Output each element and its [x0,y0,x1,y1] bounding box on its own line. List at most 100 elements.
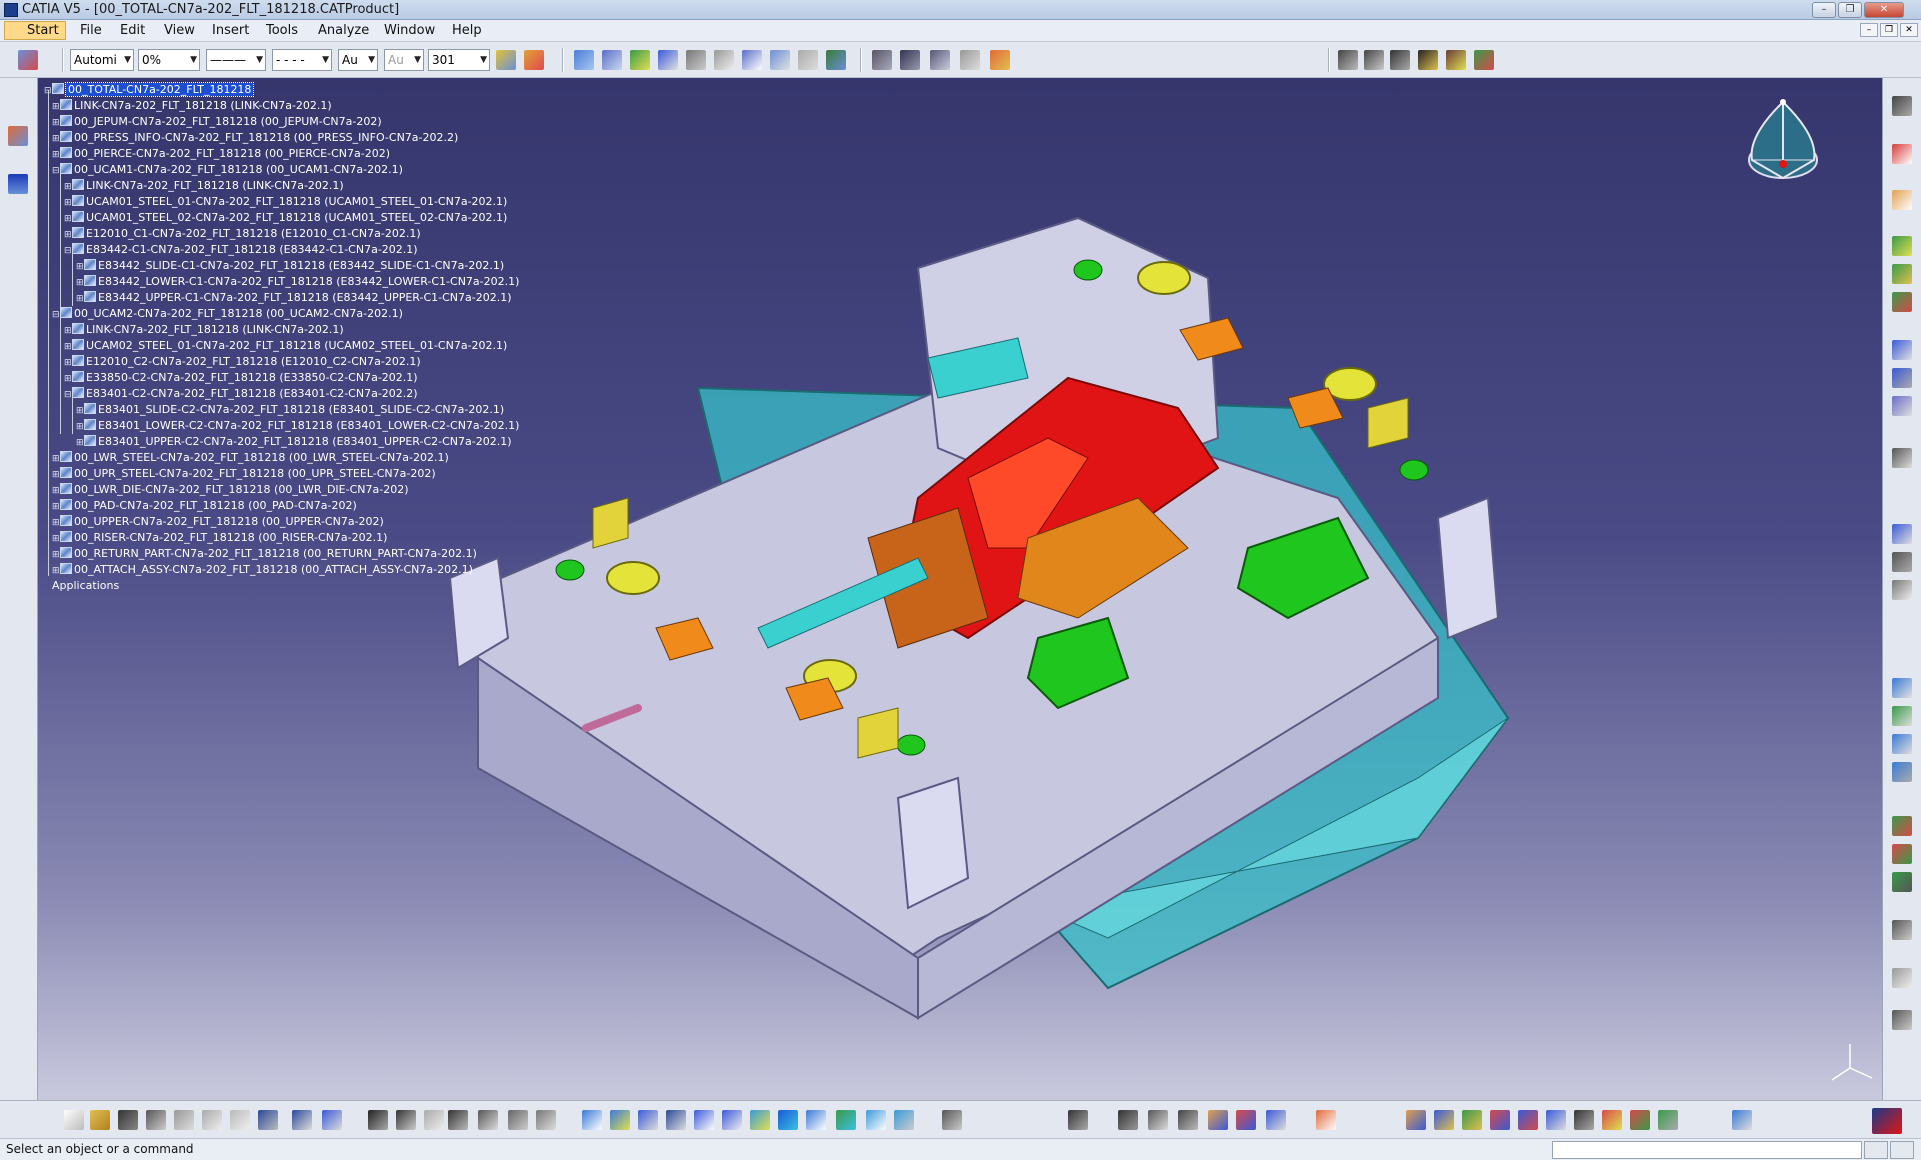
pan-icon[interactable] [638,1110,658,1130]
flag-icon[interactable] [1630,1110,1650,1130]
coincidence-icon[interactable] [1892,524,1912,544]
menu-window[interactable]: Window [384,23,435,38]
insert-product-icon[interactable] [1892,264,1912,284]
3d-viewport[interactable]: ⊟ 00_TOTAL-CN7a-202_FLT_181218 ⊞ LINK-CN7a… [38,78,1882,1100]
multi-view-icon[interactable] [778,1110,798,1130]
flag-note-icon[interactable] [960,50,980,70]
offset-icon[interactable] [1892,580,1912,600]
dependencies-icon[interactable] [1462,1110,1482,1130]
compass-icon[interactable] [1738,96,1828,196]
restore-button[interactable]: ❐ [1838,2,1862,18]
tree-node-applications[interactable]: Applications [52,578,119,594]
tree-node[interactable]: ⊞ E83401_LOWER-C2-CN7a-202_FLT_181218 (E8… [76,418,519,434]
scene-icon[interactable] [1236,1110,1256,1130]
collapse-icon[interactable]: ⊟ [52,163,60,179]
tree-node[interactable]: ⊞ 00_RISER-CN7a-202_FLT_181218 (00_RISER-… [52,530,387,546]
fix-together-icon[interactable] [1892,706,1912,726]
linestyle-combo[interactable]: - - - - ▼ [272,49,332,71]
expand-icon[interactable]: ⊞ [76,403,84,419]
tree-node[interactable]: ⊟ E83442-C1-CN7a-202_FLT_181218 (E83442-C… [64,242,418,258]
menu-analyze[interactable]: Analyze [318,23,369,38]
formula-icon[interactable] [368,1110,388,1130]
selective-load-icon[interactable] [742,50,762,70]
cut-icon[interactable] [174,1110,194,1130]
tree-node[interactable]: ⊞ 00_LWR_STEEL-CN7a-202_FLT_181218 (00_LW… [52,450,449,466]
fly-mode-icon[interactable] [582,1110,602,1130]
tree-expansion-icon[interactable] [478,1110,498,1130]
shading-icon[interactable] [836,1110,856,1130]
doc-close-button[interactable]: ✕ [1900,23,1918,37]
tree-node[interactable]: ⊞ E12010_C1-CN7a-202_FLT_181218 (E12010_C… [64,226,421,242]
doc-minimize-button[interactable]: – [1860,23,1878,37]
catalog-icon[interactable] [1446,50,1466,70]
bom-table-icon[interactable] [1364,50,1384,70]
bom-icon[interactable] [1338,50,1358,70]
tree-node[interactable]: ⊞ LINK-CN7a-202_FLT_181218 (LINK-CN7a-202… [52,98,332,114]
eraser-icon[interactable] [990,50,1010,70]
snap-icon[interactable] [1892,368,1912,388]
zoom-in-icon[interactable] [694,1110,714,1130]
multi-instantiation-icon[interactable] [798,50,818,70]
tree-node[interactable]: ⊞ 00_JEPUM-CN7a-202_FLT_181218 (00_JEPUM-… [52,114,382,130]
menu-start[interactable]: Start [4,21,66,40]
manipulation-icon[interactable] [1892,448,1912,468]
save-icon[interactable] [118,1110,138,1130]
knowledge-icon[interactable] [424,1110,444,1130]
contact-icon[interactable] [1892,552,1912,572]
menu-insert[interactable]: Insert [212,23,249,38]
normal-view-icon[interactable] [750,1110,770,1130]
minimize-button[interactable]: – [1812,2,1836,18]
expand-icon[interactable]: ⊞ [76,259,84,275]
measure-between-icon[interactable] [942,1110,962,1130]
tree-node[interactable]: ⊞ LINK-CN7a-202_FLT_181218 (LINK-CN7a-202… [64,322,344,338]
view-plane-icon[interactable] [1732,1110,1752,1130]
collapse-icon[interactable]: ⊟ [64,387,72,403]
expand-icon[interactable]: ⊞ [52,115,60,131]
gear-icon[interactable] [1892,96,1912,116]
pdf-icon[interactable] [1892,144,1912,164]
existing-component-icon[interactable] [630,50,650,70]
paste-icon[interactable] [230,1110,250,1130]
tree-node[interactable]: ⊞ E83442_UPPER-C1-CN7a-202_FLT_181218 (E8… [76,290,512,306]
distance-icon[interactable] [1892,872,1912,892]
copy-icon[interactable] [202,1110,222,1130]
interference-icon[interactable] [1518,1110,1538,1130]
compute-clash-icon[interactable] [1546,1110,1566,1130]
fix-icon[interactable] [1892,678,1912,698]
sectioning-icon[interactable] [1892,844,1912,864]
tree-node[interactable]: ⊞ 00_LWR_DIE-CN7a-202_FLT_181218 (00_LWR_… [52,482,409,498]
workbench-icon[interactable] [8,126,28,146]
flexible-icon[interactable] [1892,762,1912,782]
catia-app-icon[interactable] [4,3,18,17]
menu-help[interactable]: Help [452,23,482,38]
camera-icon[interactable] [1892,1010,1912,1030]
doc-restore-button[interactable]: ❐ [1880,23,1898,37]
expand-icon[interactable]: ⊞ [64,323,72,339]
tree-node[interactable]: ⊟ 00_UCAM2-CN7a-202_FLT_181218 (00_UCAM2-… [52,306,403,322]
mechanical-icon[interactable] [1490,1110,1510,1130]
expand-icon[interactable]: ⊞ [76,435,84,451]
tree-node[interactable]: ⊞ 00_PAD-CN7a-202_FLT_181218 (00_PAD-CN7a… [52,498,357,514]
expand-icon[interactable]: ⊞ [64,227,72,243]
product-management-icon[interactable] [1406,1110,1426,1130]
generate-numbering-icon[interactable] [714,50,734,70]
expand-icon[interactable]: ⊞ [64,195,72,211]
clash-icon[interactable] [1892,816,1912,836]
expand-icon[interactable]: ⊞ [52,515,60,531]
expand-icon[interactable]: ⊞ [64,179,72,195]
collapse-icon[interactable]: ⊟ [52,307,60,323]
hide-show-icon[interactable] [866,1110,886,1130]
layer-combo[interactable]: 301 ▼ [428,49,490,71]
insert-part-icon[interactable] [1892,292,1912,312]
tree-node[interactable]: ⊞ 00_PIERCE-CN7a-202_FLT_181218 (00_PIERC… [52,146,390,162]
tree-node[interactable]: ⊞ E83401_SLIDE-C2-CN7a-202_FLT_181218 (E8… [76,402,504,418]
expand-icon[interactable]: ⊞ [52,467,60,483]
capture-icon[interactable] [1068,1110,1088,1130]
constraint-analysis-icon[interactable] [1434,1110,1454,1130]
menu-view[interactable]: View [164,23,195,38]
expand-icon[interactable]: ⊞ [64,355,72,371]
quick-constraint-icon[interactable] [1892,734,1912,754]
tree-node[interactable]: ⊞ 00_ATTACH_ASSY-CN7a-202_FLT_181218 (00_… [52,562,473,578]
catalog-browser-icon[interactable] [508,1110,528,1130]
transparency-combo[interactable]: 0% ▼ [138,49,200,71]
